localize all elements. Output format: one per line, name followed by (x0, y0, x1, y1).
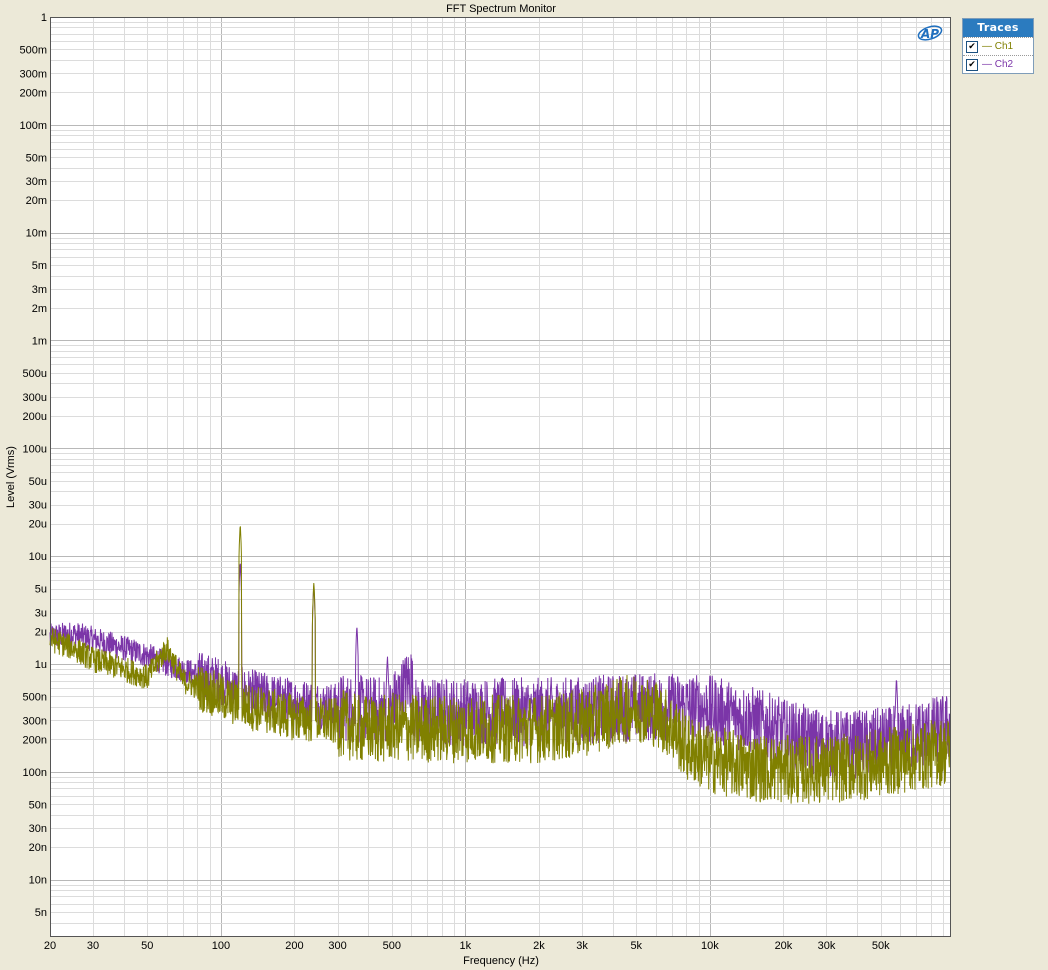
y-tick-label: 50m (26, 152, 47, 164)
y-tick-label: 10n (29, 875, 47, 887)
y-tick-label: 20m (26, 195, 47, 207)
y-tick-label: 100m (19, 120, 47, 132)
ap-logo-text: AP (920, 27, 939, 41)
y-tick-label: 2u (35, 627, 47, 639)
y-tick-label: 1m (32, 335, 47, 347)
x-tick-label: 50k (872, 940, 890, 952)
y-tick-label: 100n (23, 767, 47, 779)
plot-area (50, 17, 950, 936)
x-tick-label: 30k (818, 940, 836, 952)
chart-title: FFT Spectrum Monitor (446, 3, 556, 15)
y-tick-label: 30n (29, 823, 47, 835)
x-tick-label: 100 (212, 940, 230, 952)
x-tick-label: 3k (576, 940, 588, 952)
checkbox-ch1[interactable]: ✔ (966, 40, 978, 53)
y-tick-label: 10u (29, 551, 47, 563)
y-tick-label: 30u (29, 500, 47, 512)
x-tick-label: 30 (87, 940, 99, 952)
y-axis-title: Level (Vrms) (5, 446, 17, 508)
y-tick-label: 200m (19, 87, 47, 99)
y-tick-label: 5m (32, 260, 47, 272)
x-tick-label: 500 (383, 940, 401, 952)
y-tick-label: 2m (32, 303, 47, 315)
y-tick-label: 10m (26, 228, 47, 240)
y-tick-label: 50n (29, 799, 47, 811)
y-tick-label: 500n (23, 691, 47, 703)
y-tick-label: 1u (35, 659, 47, 671)
x-tick-label: 20 (44, 940, 56, 952)
y-tick-label: 30m (26, 176, 47, 188)
y-tick-label: 50u (29, 476, 47, 488)
trace-label-ch2: — Ch2 (982, 59, 1014, 70)
y-tick-label: 300n (23, 715, 47, 727)
y-tick-label: 200u (23, 411, 47, 423)
traces-panel: Traces ✔ — Ch1 ✔ — Ch2 (962, 18, 1034, 74)
y-tick-label: 300u (23, 392, 47, 404)
y-tick-label: 20n (29, 842, 47, 854)
y-tick-label: 3m (32, 284, 47, 296)
x-tick-label: 50 (141, 940, 153, 952)
y-tick-label: 5n (35, 907, 47, 919)
y-tick-label: 1 (41, 12, 47, 24)
x-tick-label: 20k (775, 940, 793, 952)
trace-item-ch2[interactable]: ✔ — Ch2 (963, 55, 1033, 73)
y-tick-label: 5u (35, 584, 47, 596)
y-tick-label: 300m (19, 68, 47, 80)
x-axis-title: Frequency (Hz) (463, 955, 539, 967)
x-tick-label: 5k (630, 940, 642, 952)
x-tick-label: 1k (460, 940, 472, 952)
y-tick-label: 100u (23, 443, 47, 455)
y-tick-label: 200n (23, 734, 47, 746)
chart: FFT Spectrum Monitor 1 500m 300m 200m 100m 50… (0, 0, 1048, 970)
x-tick-label: 2k (533, 940, 545, 952)
checkbox-ch2[interactable]: ✔ (966, 58, 978, 71)
y-tick-label: 500m (19, 44, 47, 56)
x-tick-label: 10k (701, 940, 719, 952)
y-tick-label: 500u (23, 368, 47, 380)
traces-header: Traces (963, 19, 1033, 37)
y-tick-label: 3u (35, 608, 47, 620)
trace-item-ch1[interactable]: ✔ — Ch1 (963, 37, 1033, 55)
y-tick-label: 20u (29, 519, 47, 531)
trace-label-ch1: — Ch1 (982, 41, 1014, 52)
x-tick-label: 300 (328, 940, 346, 952)
x-tick-label: 200 (285, 940, 303, 952)
